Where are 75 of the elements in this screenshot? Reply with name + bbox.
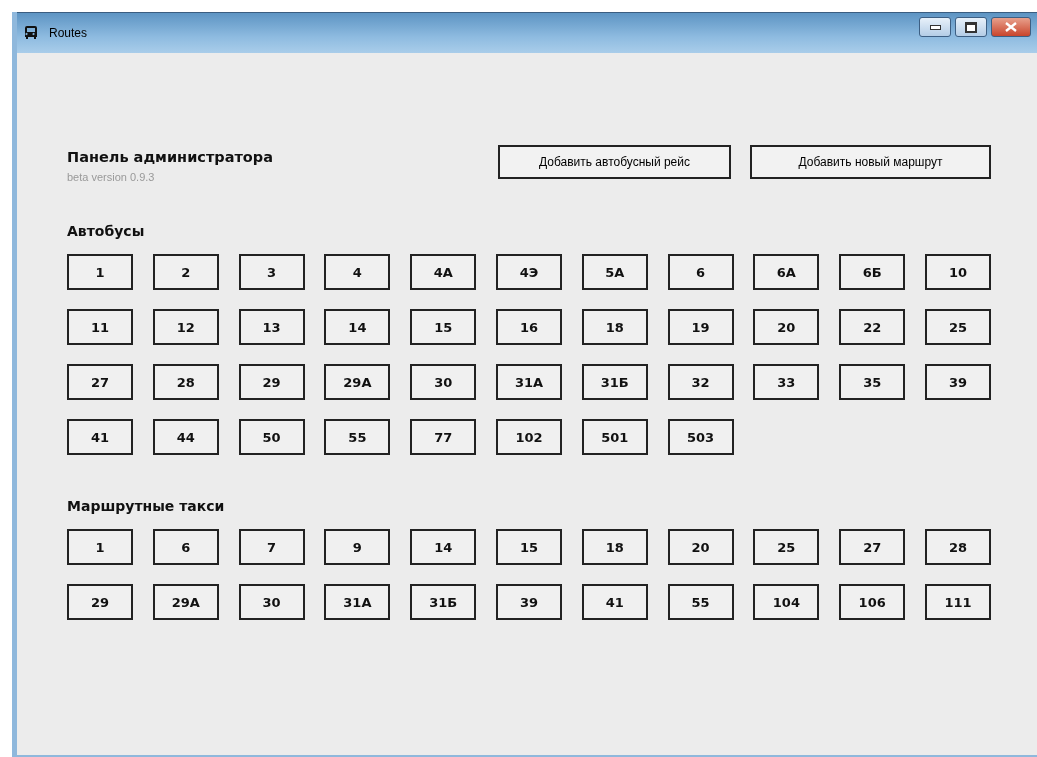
route-button[interactable]: 55 (667, 584, 734, 620)
route-button[interactable]: 44 (152, 419, 219, 455)
route-button[interactable]: 14 (324, 309, 391, 345)
panel-title: Панель администратора (67, 149, 274, 165)
route-button[interactable]: 12 (152, 309, 219, 345)
bus-icon (25, 26, 37, 40)
route-button[interactable]: 35 (839, 364, 906, 400)
route-button[interactable]: 55 (324, 419, 391, 455)
route-button[interactable]: 32 (667, 364, 734, 400)
route-button[interactable]: 19 (667, 309, 734, 345)
route-button[interactable]: 9 (324, 529, 391, 565)
route-button[interactable]: 18 (581, 529, 648, 565)
route-button[interactable]: 29 (67, 584, 133, 620)
route-button[interactable]: 22 (839, 309, 906, 345)
route-button[interactable]: 15 (496, 529, 562, 565)
route-button[interactable]: 25 (924, 309, 991, 345)
route-button[interactable]: 33 (753, 364, 820, 400)
route-button[interactable]: 15 (410, 309, 477, 345)
route-button[interactable]: 31Б (581, 364, 648, 400)
route-button[interactable]: 2 (152, 254, 219, 290)
close-icon (1005, 22, 1017, 32)
route-button[interactable]: 16 (496, 309, 562, 345)
route-button[interactable]: 18 (581, 309, 648, 345)
route-button[interactable]: 25 (753, 529, 820, 565)
route-button[interactable]: 29А (152, 584, 219, 620)
route-button[interactable]: 7 (238, 529, 305, 565)
route-button[interactable]: 27 (839, 529, 906, 565)
route-button[interactable]: 28 (152, 364, 219, 400)
route-button[interactable]: 111 (924, 584, 991, 620)
route-button[interactable]: 39 (496, 584, 562, 620)
route-button[interactable]: 1 (67, 254, 133, 290)
route-button[interactable]: 30 (238, 584, 305, 620)
route-button[interactable]: 102 (496, 419, 562, 455)
route-button[interactable]: 31А (324, 584, 391, 620)
route-button[interactable]: 39 (924, 364, 991, 400)
route-button[interactable]: 77 (410, 419, 477, 455)
route-button[interactable]: 6А (753, 254, 820, 290)
action-button[interactable]: Добавить автобусный рейс (498, 145, 731, 179)
action-button[interactable]: Добавить новый маршрут (750, 145, 991, 179)
route-button[interactable]: 27 (67, 364, 133, 400)
route-button[interactable]: 3 (238, 254, 305, 290)
route-button[interactable]: 503 (667, 419, 734, 455)
route-button[interactable]: 11 (67, 309, 133, 345)
minimize-button[interactable] (919, 17, 951, 37)
route-button[interactable]: 501 (581, 419, 648, 455)
route-button[interactable]: 6 (152, 529, 219, 565)
route-button[interactable]: 29А (324, 364, 391, 400)
route-button[interactable]: 4 (324, 254, 391, 290)
route-button[interactable]: 6Б (839, 254, 906, 290)
route-button[interactable]: 20 (667, 529, 734, 565)
route-button[interactable]: 5А (581, 254, 648, 290)
route-button[interactable]: 31А (496, 364, 562, 400)
close-button[interactable] (991, 17, 1031, 37)
route-button[interactable]: 30 (410, 364, 477, 400)
window-title: Routes (49, 26, 88, 40)
route-button[interactable]: 13 (238, 309, 305, 345)
section-heading: Автобусы (67, 223, 146, 239)
route-button[interactable]: 6 (667, 254, 734, 290)
section-heading: Маршрутные такси (67, 498, 226, 514)
route-button[interactable]: 106 (839, 584, 906, 620)
version-label: beta version 0.9.3 (67, 171, 156, 183)
route-button[interactable]: 4А (410, 254, 477, 290)
route-button[interactable]: 4Э (496, 254, 562, 290)
route-button[interactable]: 41 (581, 584, 648, 620)
route-button[interactable]: 31Б (410, 584, 477, 620)
route-button[interactable]: 10 (924, 254, 991, 290)
route-button[interactable]: 14 (410, 529, 477, 565)
route-button[interactable]: 28 (924, 529, 991, 565)
route-button[interactable]: 1 (67, 529, 133, 565)
route-button[interactable]: 41 (67, 419, 133, 455)
maximize-button[interactable] (955, 17, 987, 37)
route-button[interactable]: 20 (753, 309, 820, 345)
route-button[interactable]: 29 (238, 364, 305, 400)
route-button[interactable]: 50 (238, 419, 305, 455)
route-button[interactable]: 104 (753, 584, 820, 620)
